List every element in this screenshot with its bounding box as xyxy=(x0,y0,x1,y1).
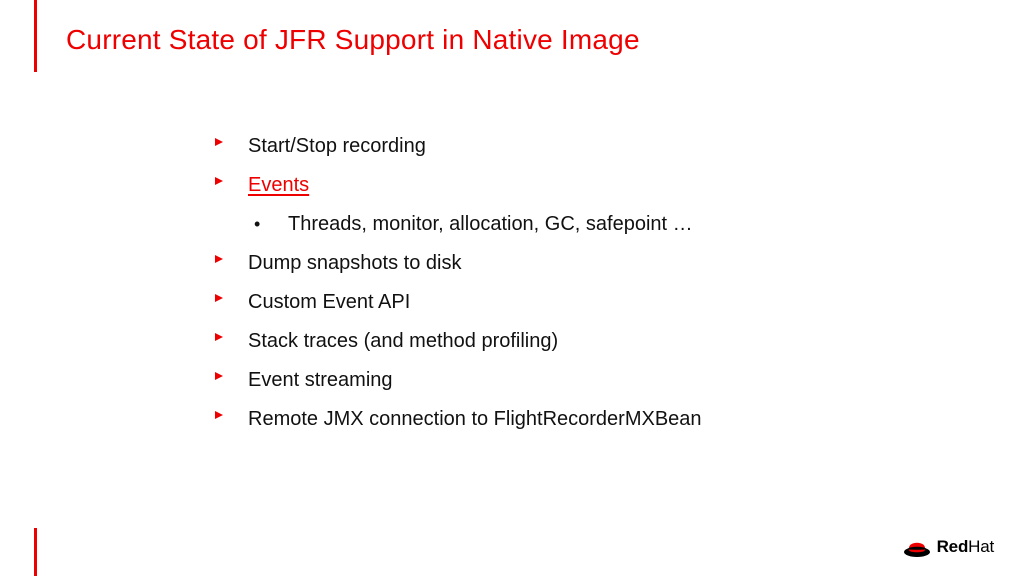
list-item-text: Events xyxy=(248,171,309,200)
triangle-bullet-icon xyxy=(214,249,248,264)
list-item: Dump snapshots to disk xyxy=(214,249,914,278)
list-item: Remote JMX connection to FlightRecorderM… xyxy=(214,405,914,434)
list-item: Stack traces (and method profiling) xyxy=(214,327,914,356)
list-subitem: • Threads, monitor, allocation, GC, safe… xyxy=(254,210,914,239)
dot-bullet-icon: • xyxy=(254,210,288,236)
redhat-hat-icon xyxy=(903,536,931,558)
triangle-bullet-icon xyxy=(214,171,248,186)
logo-word-red: Red xyxy=(937,537,969,556)
slide-content: Start/Stop recording Events • Threads, m… xyxy=(214,132,914,444)
list-item: Custom Event API xyxy=(214,288,914,317)
triangle-bullet-icon xyxy=(214,132,248,147)
logo-word-hat: Hat xyxy=(968,537,994,556)
list-item: Event streaming xyxy=(214,366,914,395)
list-item-text: Event streaming xyxy=(248,366,393,395)
triangle-bullet-icon xyxy=(214,288,248,303)
slide: Current State of JFR Support in Native I… xyxy=(0,0,1024,576)
triangle-bullet-icon xyxy=(214,366,248,381)
list-subitem-text: Threads, monitor, allocation, GC, safepo… xyxy=(288,210,693,239)
slide-title: Current State of JFR Support in Native I… xyxy=(66,24,640,56)
triangle-bullet-icon xyxy=(214,405,248,420)
list-item: Start/Stop recording xyxy=(214,132,914,161)
list-item-text: Start/Stop recording xyxy=(248,132,426,161)
list-item-link[interactable]: Events xyxy=(214,171,914,200)
list-item-text: Stack traces (and method profiling) xyxy=(248,327,558,356)
redhat-logo-text: RedHat xyxy=(937,537,994,557)
triangle-bullet-icon xyxy=(214,327,248,342)
list-item-text: Remote JMX connection to FlightRecorderM… xyxy=(248,405,702,434)
redhat-logo: RedHat xyxy=(903,536,994,558)
accent-top-bar xyxy=(34,0,37,72)
list-item-text: Custom Event API xyxy=(248,288,410,317)
list-item-text: Dump snapshots to disk xyxy=(248,249,461,278)
accent-bottom-bar xyxy=(34,528,37,576)
